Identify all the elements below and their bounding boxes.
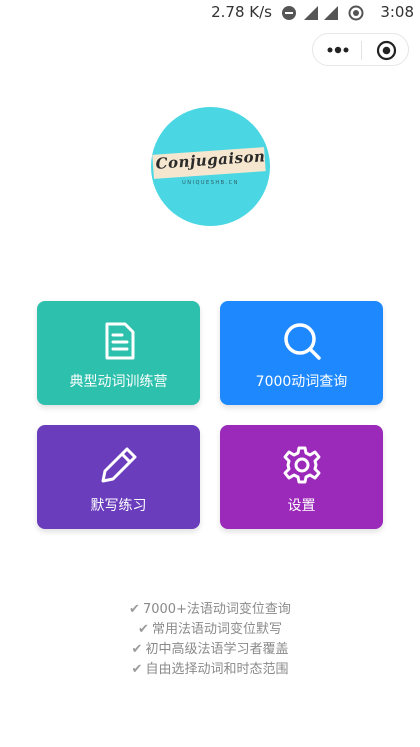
signal-4g-icon [304,6,318,20]
check-icon: ✔ [129,602,140,617]
battery-saver-icon [348,5,364,21]
check-icon: ✔ [131,642,143,657]
card-label: 典型动词训练营 [69,374,168,390]
gear-icon [283,446,321,484]
card-label: 设置 [287,498,316,514]
feature-item: ✔ 7000+法语动词变位查询 [129,602,291,617]
card-label: 7000动词查询 [255,374,348,390]
feature-item: ✔ 自由选择动词和时态范围 [131,662,289,677]
signal-icon [324,6,338,20]
card-settings[interactable]: 设置 [220,425,383,529]
do-not-disturb-icon [282,6,296,20]
miniprogram-capsule [312,33,409,66]
check-icon: ✔ [131,662,143,677]
check-icon: ✔ [138,622,149,637]
pencil-icon [101,447,137,483]
card-verb-training[interactable]: 典型动词训练营 [37,301,200,405]
card-dictation-practice[interactable]: 默写练习 [37,425,200,529]
feature-list: ✔ 7000+法语动词变位查询 ✔ 常用法语动词变位默写 ✔ 初中高级法语学习者覆盖 … [0,600,420,680]
card-label: 默写练习 [90,498,147,514]
network-speed: 2.78 K/s [211,3,272,21]
status-bar: 2.78 K/s 3:08 [0,0,420,26]
clock: 3:08 [380,3,414,21]
logo-subtitle: UNIQUESHB.CN [182,180,239,186]
more-dots-icon[interactable] [325,44,351,56]
card-verb-lookup[interactable]: 7000动词查询 [220,301,383,405]
feature-item: ✔ 常用法语动词变位默写 [138,622,282,637]
app-logo: Conjugaison UNIQUESHB.CN [151,107,270,226]
feature-item: ✔ 初中高级法语学习者覆盖 [131,642,289,657]
search-icon [284,323,321,360]
document-icon [105,322,135,360]
capsule-divider [361,41,362,60]
target-circle-icon[interactable] [376,40,397,61]
